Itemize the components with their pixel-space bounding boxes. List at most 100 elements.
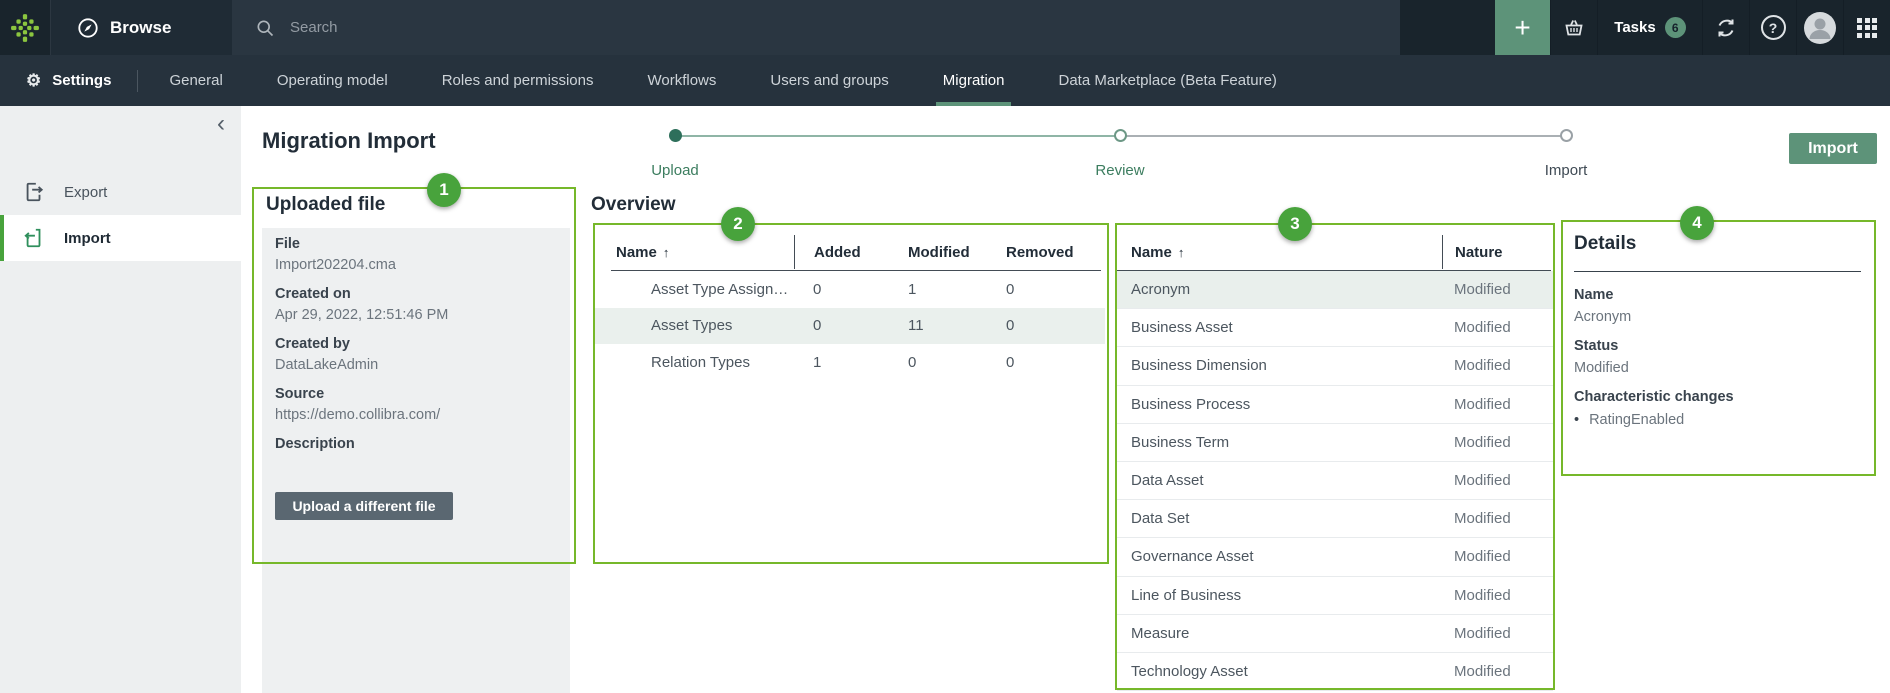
column-label: Name [616,244,657,261]
column-label: Modified [908,244,970,261]
tab-label: Workflows [647,72,716,89]
cell-name: Relation Types [595,354,794,371]
uploaded-file-card: File Import202204.cma Created on Apr 29,… [262,228,570,693]
field-label-file: File [275,236,570,252]
uploaded-file-title: Uploaded file [266,194,385,216]
migration-sidebar: ‹ Export Import [0,106,241,693]
tab-label: General [169,72,222,89]
cell-nature: Modified [1442,396,1553,413]
cell-name: Measure [1117,625,1442,642]
tab-migration[interactable]: Migration [916,55,1032,106]
field-label-created-by: Created by [275,336,570,352]
user-avatar-button[interactable] [1796,0,1843,55]
help-button[interactable]: ? [1749,0,1796,55]
step-dot-review [1114,129,1127,142]
details-status-label: Status [1574,338,1866,354]
cell-nature: Modified [1442,663,1553,680]
browse-button[interactable]: Browse [51,0,232,55]
table-row[interactable]: Business Asset Modified [1117,309,1553,347]
tab-operating-model[interactable]: Operating model [250,55,415,106]
column-header-name[interactable]: Name↑ [1117,244,1442,261]
settings-menu[interactable]: ⚙ Settings [0,55,137,106]
table-row[interactable]: Asset Types 0 11 0 [595,308,1105,345]
compass-icon [77,17,99,39]
cell-added: 1 [794,354,908,371]
app-switcher-button[interactable] [1843,0,1890,55]
sidebar-item-label: Import [64,230,111,247]
table-row[interactable]: Measure Modified [1117,615,1553,653]
global-search-bar[interactable]: Search [232,0,1400,55]
table-row[interactable]: Business Term Modified [1117,424,1553,462]
export-icon [23,181,45,203]
table-row[interactable]: Data Asset Modified [1117,462,1553,500]
tab-general[interactable]: General [142,55,249,106]
cell-name: Data Asset [1117,472,1442,489]
table-row[interactable]: Relation Types 1 0 0 [595,344,1105,381]
annotation-badge-3: 3 [1278,207,1312,241]
cell-name: Governance Asset [1117,548,1442,565]
sidebar-item-label: Export [64,184,107,201]
create-button[interactable]: + [1495,0,1550,55]
tasks-label: Tasks [1614,19,1655,36]
settings-tab-bar: ⚙ Settings General Operating model Roles… [0,55,1890,106]
sidebar-item-export[interactable]: Export [0,169,241,215]
table-row[interactable]: Asset Type Assign… 0 1 0 [595,271,1105,308]
column-header-name[interactable]: Name↑ [595,244,794,261]
tab-label: Data Marketplace (Beta Feature) [1058,72,1276,89]
settings-label: Settings [52,72,111,89]
cell-removed: 0 [1006,281,1105,298]
types-table-rows: Acronym Modified Business Asset Modified… [1117,271,1553,691]
page-title: Migration Import [262,128,436,154]
table-row[interactable]: Governance Asset Modified [1117,538,1553,576]
collibra-settings-migration-import-screen: Browse Search + Tasks 6 [0,0,1890,693]
cell-name: Acronym [1117,281,1442,298]
tab-roles-and-permissions[interactable]: Roles and permissions [415,55,621,106]
bullet-icon: • [1574,412,1579,428]
topbar-spacer [1400,0,1495,55]
tasks-button[interactable]: Tasks 6 [1597,0,1702,55]
column-header-nature[interactable]: Nature [1442,235,1553,269]
types-table-header: Name↑ Nature [1117,235,1553,269]
table-row[interactable]: Technology Asset Modified [1117,653,1553,691]
collibra-logo[interactable] [0,0,51,55]
details-characteristic-item: • RatingEnabled [1574,412,1866,428]
table-row[interactable]: Data Set Modified [1117,500,1553,538]
cell-name: Line of Business [1117,587,1442,604]
tab-workflows[interactable]: Workflows [620,55,743,106]
column-label: Added [814,244,861,261]
tab-data-marketplace[interactable]: Data Marketplace (Beta Feature) [1031,55,1303,106]
cell-nature: Modified [1442,357,1553,374]
tab-users-and-groups[interactable]: Users and groups [743,55,915,106]
upload-different-file-button[interactable]: Upload a different file [275,492,453,520]
column-header-modified[interactable]: Modified [908,244,1006,261]
table-row[interactable]: Business Process Modified [1117,386,1553,424]
stepper-line-upcoming [1120,135,1566,137]
details-status-value: Modified [1574,360,1866,376]
sidebar-collapse-button[interactable]: ‹ [217,114,225,134]
tab-label: Roles and permissions [442,72,594,89]
cell-name: Technology Asset [1117,663,1442,680]
table-row[interactable]: Line of Business Modified [1117,577,1553,615]
column-label: Removed [1006,244,1074,261]
field-label-source: Source [275,386,570,402]
cell-name: Asset Type Assign… [595,281,794,298]
details-rule [1574,271,1861,272]
import-button[interactable]: Import [1789,133,1877,164]
browse-label: Browse [110,18,171,38]
field-value-created-on: Apr 29, 2022, 12:51:46 PM [275,307,570,323]
chevron-left-icon: ‹ [217,110,225,137]
field-value-created-by: DataLakeAdmin [275,357,570,373]
cell-modified: 0 [908,354,1006,371]
sync-button[interactable] [1702,0,1749,55]
avatar-icon [1803,11,1837,45]
sidebar-item-import[interactable]: Import [0,215,241,261]
table-row[interactable]: Acronym Modified [1117,271,1553,309]
step-dot-import [1560,129,1573,142]
table-row[interactable]: Business Dimension Modified [1117,347,1553,385]
cell-name: Asset Types [595,317,794,334]
tab-label: Operating model [277,72,388,89]
column-header-added[interactable]: Added [794,235,908,269]
cell-modified: 11 [908,317,1006,334]
shopping-basket-button[interactable] [1550,0,1597,55]
column-header-removed[interactable]: Removed [1006,244,1105,261]
